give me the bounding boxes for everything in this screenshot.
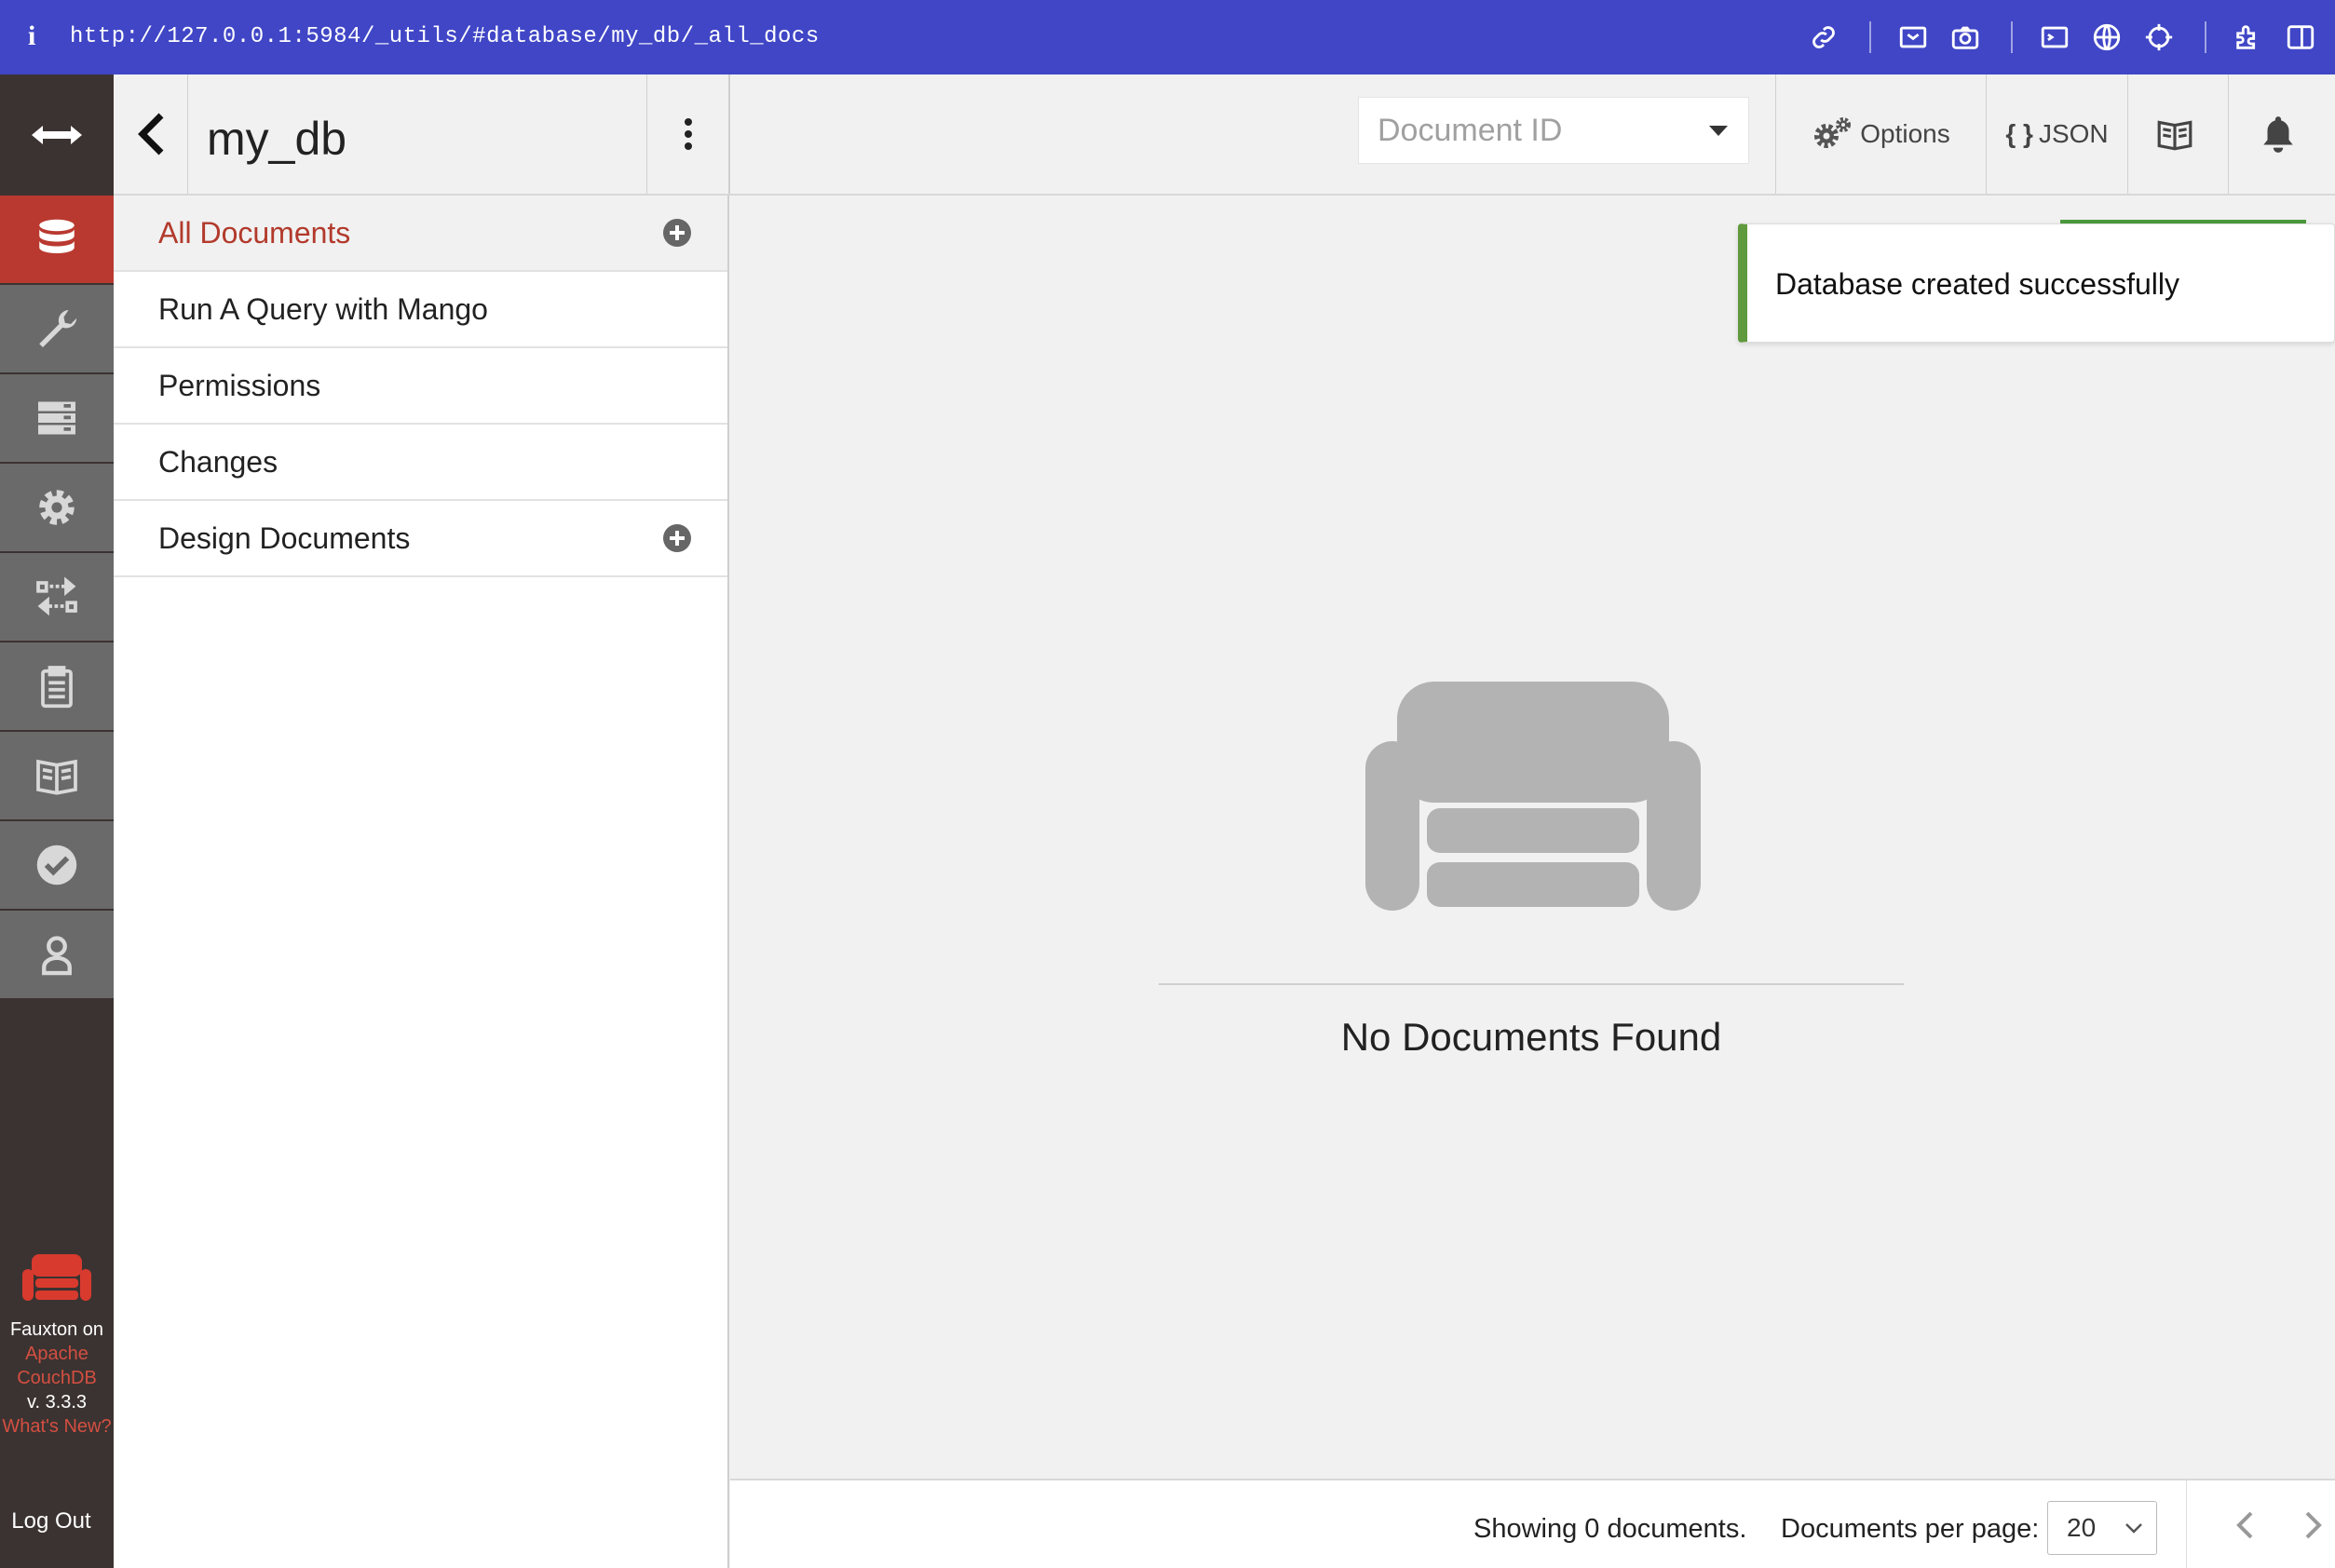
double-arrow-icon xyxy=(32,126,82,144)
per-page-select[interactable]: 20 xyxy=(2047,1501,2157,1555)
options-label: Options xyxy=(1860,119,1950,148)
chevron-down-icon[interactable] xyxy=(1709,126,1728,136)
sidebar-toggle-icon[interactable] xyxy=(2285,21,2316,53)
wrench-icon xyxy=(39,310,77,347)
terminal-icon[interactable] xyxy=(2039,21,2070,53)
main-content: Database created successfully No Documen… xyxy=(730,196,2335,1479)
user-icon xyxy=(42,936,72,976)
gears-icon xyxy=(1814,117,1852,148)
database-icon xyxy=(39,219,75,253)
gear-icon xyxy=(39,490,75,525)
per-page-label: Documents per page: xyxy=(1781,1514,2040,1544)
success-notification[interactable]: Database created successfully xyxy=(1738,223,2335,343)
nav-item-replication[interactable] xyxy=(0,553,114,642)
per-page-value: 20 xyxy=(2067,1513,2097,1542)
couch-logo-icon xyxy=(22,1254,91,1301)
version-text: v. 3.3.3 xyxy=(26,1392,88,1413)
primary-nav: Fauxton on Apache CouchDB v. 3.3.3 What'… xyxy=(0,74,114,1568)
crosshair-icon[interactable] xyxy=(2143,21,2175,53)
nav-item-user[interactable] xyxy=(0,911,114,1000)
sidebar-item-label: Run A Query with Mango xyxy=(158,291,488,326)
browser-url-bar: i http://127.0.0.1:5984/_utils/#database… xyxy=(0,0,2335,74)
sidebar-item-label: Permissions xyxy=(158,368,321,402)
chevron-down-icon xyxy=(2125,1523,2142,1534)
logout-link[interactable]: Log Out xyxy=(0,1508,102,1534)
bell-icon xyxy=(2263,116,2293,153)
next-page-button[interactable] xyxy=(2295,1507,2332,1544)
url-text[interactable]: http://127.0.0.1:5984/_utils/#database/m… xyxy=(70,24,820,49)
link-icon[interactable] xyxy=(1808,21,1839,53)
nav-item-setup[interactable] xyxy=(0,285,114,374)
extensions-icon[interactable] xyxy=(2233,21,2264,53)
add-circle-icon[interactable] xyxy=(662,523,692,553)
add-circle-icon[interactable] xyxy=(662,218,692,248)
sidebar-item-permissions[interactable]: Permissions xyxy=(114,348,727,425)
database-sidebar: All Documents Run A Query with Mango Per… xyxy=(114,196,729,1568)
empty-state-message: No Documents Found xyxy=(1340,1015,1722,1059)
previous-page-button[interactable] xyxy=(2226,1507,2263,1544)
browser-toolbar xyxy=(1787,19,2316,56)
sidebar-item-changes[interactable]: Changes xyxy=(114,425,727,501)
nav-item-docs[interactable] xyxy=(0,732,114,821)
book-icon xyxy=(2157,120,2192,151)
options-button[interactable]: Options xyxy=(1775,74,1986,194)
json-label: JSON xyxy=(2038,119,2109,148)
page-title: my_db xyxy=(207,113,347,165)
check-circle-icon xyxy=(36,845,77,885)
replication-icon xyxy=(36,576,77,616)
chevron-left-icon xyxy=(137,113,163,155)
screenshot-area-icon[interactable] xyxy=(1897,21,1929,53)
sidebar-item-design-documents[interactable]: Design Documents xyxy=(114,501,727,577)
camera-icon[interactable] xyxy=(1949,21,1981,53)
sidebar-item-label: Changes xyxy=(158,444,278,479)
couch-icon xyxy=(1365,682,1701,911)
json-button[interactable]: { } JSON xyxy=(1986,74,2127,194)
document-id-search[interactable] xyxy=(1358,97,1749,164)
document-id-input[interactable] xyxy=(1359,98,1676,163)
nav-item-config[interactable] xyxy=(0,464,114,553)
clipboard-icon xyxy=(41,666,73,709)
info-icon[interactable]: i xyxy=(28,20,35,52)
sidebar-item-label: All Documents xyxy=(158,215,351,250)
expand-nav-button[interactable] xyxy=(0,74,114,196)
apache-link[interactable]: Apache xyxy=(0,1342,114,1366)
json-brace-icon: { } xyxy=(2005,119,2033,148)
globe-icon[interactable] xyxy=(2091,21,2123,53)
sidebar-item-all-documents[interactable]: All Documents xyxy=(114,196,727,272)
fauxton-brand: Fauxton on Apache CouchDB v. 3.3.3 What'… xyxy=(0,1252,114,1439)
server-icon xyxy=(38,401,75,435)
nav-item-databases[interactable] xyxy=(0,196,114,285)
couchdb-link[interactable]: CouchDB xyxy=(0,1366,114,1390)
docs-button[interactable] xyxy=(2127,74,2228,194)
empty-state-divider xyxy=(1159,983,1904,985)
whats-new-link[interactable]: What's New? xyxy=(0,1414,114,1439)
back-button[interactable] xyxy=(114,74,188,194)
notifications-button[interactable] xyxy=(2228,74,2335,194)
document-count: Showing 0 documents. xyxy=(1473,1514,1747,1544)
page-header: my_db Options { } JSON xyxy=(114,74,2335,196)
sidebar-item-mango-query[interactable]: Run A Query with Mango xyxy=(114,272,727,348)
database-menu-button[interactable] xyxy=(646,74,730,194)
sidebar-item-label: Design Documents xyxy=(158,520,411,555)
book-icon xyxy=(36,759,77,795)
notification-text: Database created successfully xyxy=(1775,267,2179,301)
chevron-left-icon xyxy=(2236,1511,2253,1539)
pagination-footer: Showing 0 documents. Documents per page:… xyxy=(730,1479,2335,1568)
nav-item-clipboard[interactable] xyxy=(0,642,114,732)
nav-item-verify[interactable] xyxy=(0,821,114,911)
chevron-right-icon xyxy=(2305,1511,2322,1539)
brand-line1: Fauxton on xyxy=(9,1319,104,1340)
vertical-dots-icon xyxy=(684,118,692,150)
nav-item-active-tasks[interactable] xyxy=(0,374,114,464)
